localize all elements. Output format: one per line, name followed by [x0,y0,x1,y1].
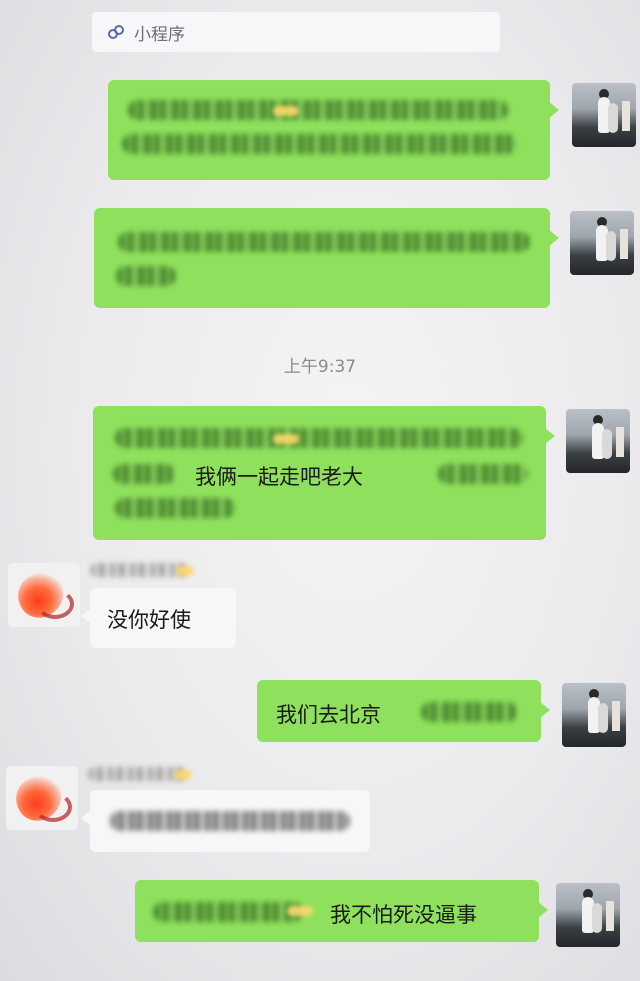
avatar-self[interactable] [566,409,630,473]
avatar-other[interactable] [8,563,80,627]
message-bubble-self[interactable] [108,80,559,180]
message-text: 我们去北京 [276,703,381,727]
message-bubble-self[interactable] [94,208,559,308]
avatar-self[interactable] [556,883,620,947]
message-text: 我俩一起走吧老大 [195,465,363,489]
mini-program-label: 小程序 [134,24,185,45]
sender-name [90,563,190,577]
sender-name [88,767,188,781]
avatar-self[interactable] [562,683,626,747]
avatar-other[interactable] [6,766,78,830]
message-bubble-other[interactable] [81,790,370,852]
mini-program-card[interactable]: 小程序 [92,12,500,52]
avatar-self[interactable] [572,83,636,147]
message-timestamp: 上午9:37 [283,357,357,377]
mini-program-icon [108,25,124,39]
message-text: 没你好使 [107,608,191,632]
message-text: 我不怕死没逼事 [330,903,477,927]
avatar-self[interactable] [570,211,634,275]
